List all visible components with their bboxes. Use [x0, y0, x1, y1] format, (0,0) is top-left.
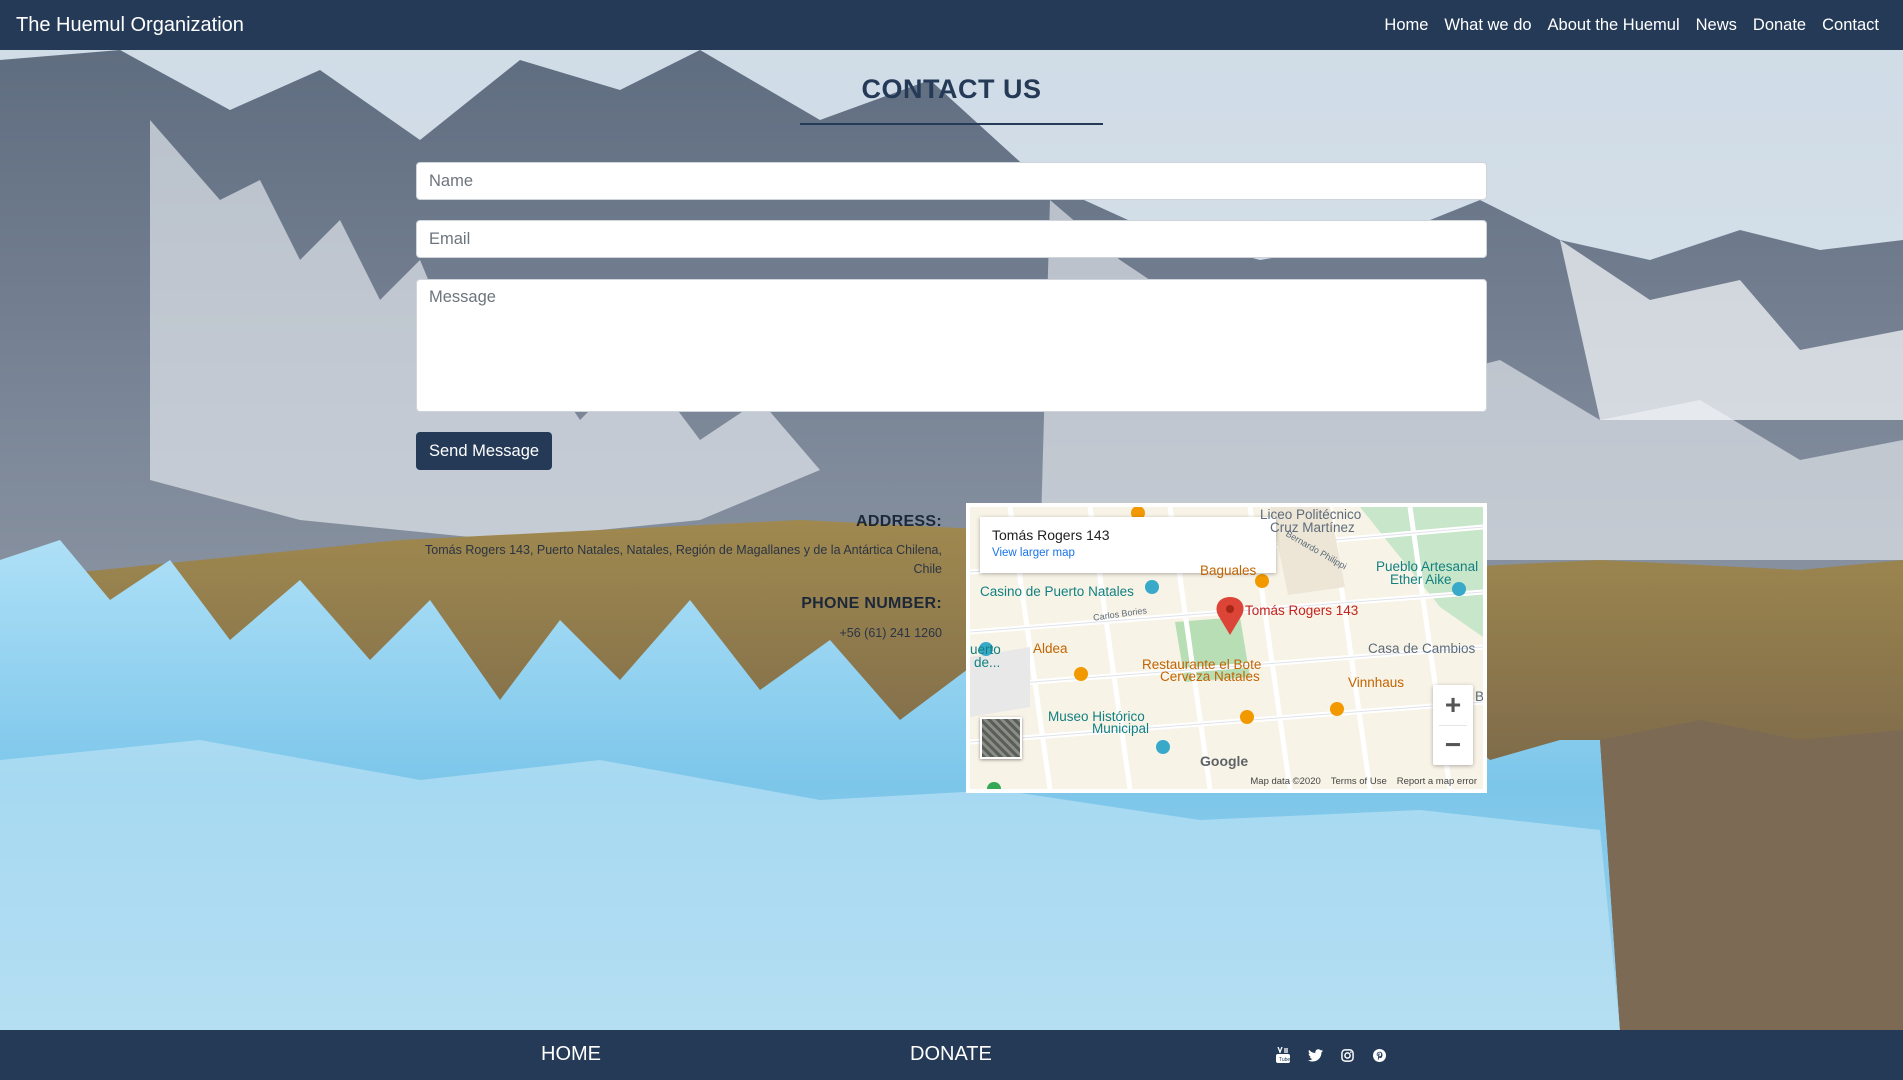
footer-home-link[interactable]: HOME [541, 1043, 601, 1066]
report-map-error-link[interactable]: Report a map error [1397, 776, 1477, 787]
map-data-text: Map data ©2020 [1250, 776, 1321, 787]
youtube-icon[interactable]: Tube [1274, 1047, 1292, 1063]
top-navbar: The Huemul Organization Home What we do … [0, 0, 1903, 50]
view-larger-map-link[interactable]: View larger map [992, 547, 1264, 559]
send-message-button[interactable]: Send Message [416, 432, 553, 470]
instagram-icon[interactable] [1338, 1047, 1356, 1063]
map-zoom-controls: + − [1433, 685, 1473, 765]
pinterest-icon[interactable] [1370, 1047, 1388, 1063]
svg-text:Tube: Tube [1279, 1057, 1290, 1063]
message-textarea[interactable] [416, 279, 1487, 412]
phone-label: PHONE NUMBER: [801, 595, 942, 612]
title-underline [800, 123, 1103, 125]
map-label-b: B [1475, 689, 1485, 704]
social-links: Tube [1274, 1047, 1388, 1063]
map-label-vinnhaus: Vinnhaus [1348, 675, 1405, 690]
nav-donate[interactable]: Donate [1745, 16, 1814, 35]
map-label-museo-2: Municipal [1092, 721, 1150, 736]
nav-contact[interactable]: Contact [1814, 16, 1887, 35]
map-attribution: Map data ©2020 Terms of Use Report a map… [1250, 776, 1477, 787]
nav-news[interactable]: News [1688, 16, 1745, 35]
nav-what-we-do[interactable]: What we do [1436, 16, 1539, 35]
map-label-pueblo-2: Ether Aike [1390, 572, 1452, 587]
phone-value: +56 (61) 241 1260 [839, 626, 942, 640]
satellite-toggle-thumbnail[interactable] [980, 717, 1022, 759]
contact-section: CONTACT US Send Message ADDRESS: Tomás R… [0, 50, 1903, 1030]
map-pin-label: Tomás Rogers 143 [1245, 603, 1359, 618]
map-card-title: Tomás Rogers 143 [992, 527, 1110, 543]
map-label-aldea: Aldea [1033, 641, 1068, 656]
page-title: CONTACT US [861, 74, 1042, 104]
footer-donate-link[interactable]: DONATE [910, 1043, 992, 1066]
nav-about-huemul[interactable]: About the Huemul [1540, 16, 1688, 35]
brand-logo-link[interactable]: The Huemul Organization [16, 14, 244, 37]
map-label-baguales: Baguales [1200, 563, 1257, 578]
map-label-cruz: Cruz Martínez [1270, 520, 1355, 535]
name-input[interactable] [416, 162, 1487, 200]
terms-of-use-link[interactable]: Terms of Use [1331, 776, 1387, 787]
nav-home[interactable]: Home [1376, 16, 1436, 35]
footer: HOME DONATE Tube [0, 1030, 1903, 1080]
address-label: ADDRESS: [856, 513, 942, 530]
map-label-casa-cambios: Casa de Cambios [1368, 641, 1476, 656]
map-label-restaurante-2: Cerveza Natales [1160, 669, 1260, 684]
twitter-icon[interactable] [1306, 1047, 1324, 1063]
map-label-puerto-2: de... [974, 655, 1001, 670]
zoom-out-button[interactable]: − [1433, 725, 1473, 765]
email-input[interactable] [416, 220, 1487, 258]
nav-links: Home What we do About the Huemul News Do… [1376, 16, 1887, 35]
map-label-casino: Casino de Puerto Natales [980, 584, 1134, 599]
google-logo: Google [1200, 753, 1249, 769]
address-value: Tomás Rogers 143, Puerto Natales, Natale… [425, 543, 942, 576]
zoom-in-button[interactable]: + [1433, 685, 1473, 725]
embedded-map[interactable]: Tomás Rogers 143 View larger map Liceo P… [966, 503, 1487, 793]
